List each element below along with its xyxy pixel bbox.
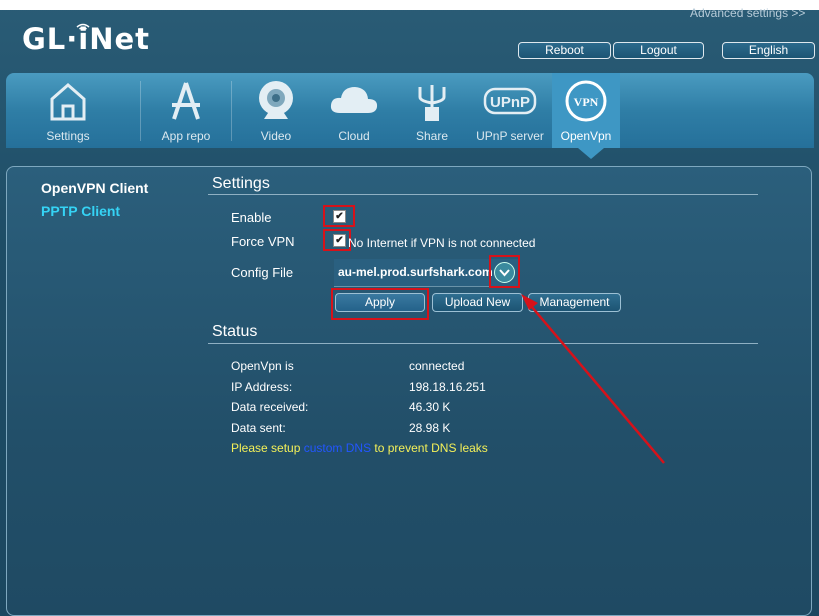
annotation-arrow [521, 294, 665, 464]
